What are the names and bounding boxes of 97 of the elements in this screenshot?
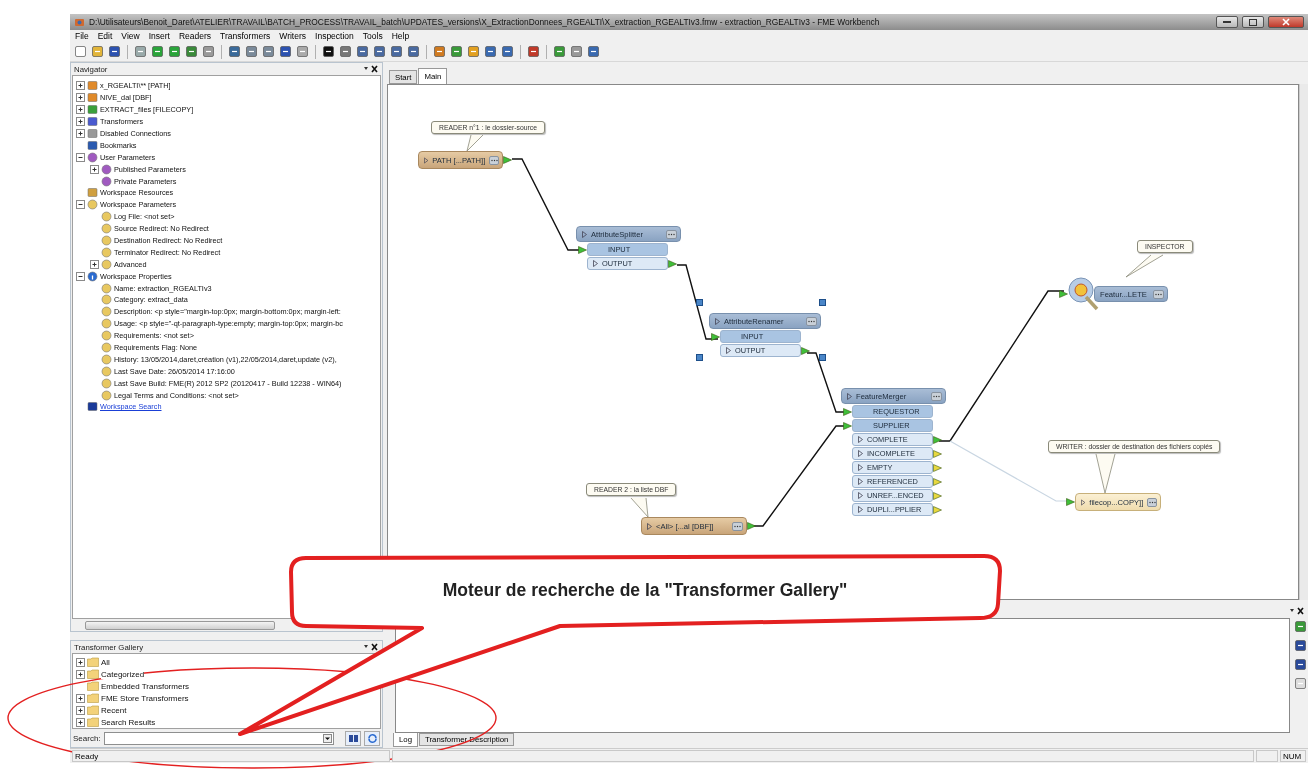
- port-arrow-icon[interactable]: [578, 245, 587, 254]
- more-button[interactable]: [1153, 289, 1164, 299]
- expand-toggle[interactable]: [90, 259, 99, 269]
- binoculars-button[interactable]: [345, 730, 361, 746]
- expand-toggle[interactable]: [76, 200, 85, 210]
- annotation-tail: [466, 134, 484, 152]
- expand-toggle[interactable]: [76, 693, 85, 703]
- tree-item[interactable]: Categorized: [101, 669, 145, 679]
- folder-icon: [87, 669, 99, 679]
- callout-text: Moteur de recherche de la "Transformer Gallery": [442, 579, 848, 601]
- annotation-tail: [1095, 453, 1116, 494]
- expand-toggle[interactable]: [76, 669, 85, 679]
- pin-close-icon[interactable]: [1289, 607, 1305, 615]
- folder-icon: [87, 693, 99, 703]
- more-button[interactable]: [666, 229, 677, 239]
- expand-triangle-icon: [424, 156, 429, 164]
- expand-triangle-icon: [715, 317, 720, 325]
- more-button[interactable]: [732, 521, 743, 531]
- port-arrow-icon[interactable]: [1059, 290, 1068, 298]
- expand-toggle[interactable]: [76, 105, 85, 115]
- expand-triangle-icon: [582, 230, 587, 238]
- tree-item[interactable]: Embedded Transformers: [101, 681, 190, 691]
- more-button[interactable]: [806, 316, 817, 326]
- close-icon: [1282, 18, 1290, 26]
- info-icon: [87, 270, 98, 282]
- minimize-icon: [1223, 20, 1231, 24]
- tree-item[interactable]: FME Store Transformers: [101, 693, 189, 703]
- expand-toggle[interactable]: [76, 705, 85, 715]
- minimize-button[interactable]: [1216, 16, 1238, 28]
- search-field[interactable]: [103, 731, 334, 745]
- expand-toggle[interactable]: [76, 717, 85, 727]
- expand-toggle[interactable]: [76, 152, 85, 162]
- dots-icon: [490, 158, 498, 162]
- folder-icon: [87, 657, 99, 667]
- selection-handle[interactable]: [819, 299, 826, 306]
- port-triangle-icon: [726, 347, 731, 354]
- more-button[interactable]: [489, 155, 499, 165]
- selection-handle[interactable]: [819, 354, 826, 361]
- vertical-scrollbar[interactable]: [1299, 84, 1308, 600]
- more-button[interactable]: [1147, 497, 1157, 507]
- menu-item[interactable]: Writers: [279, 31, 307, 41]
- pin-close-icon[interactable]: [363, 65, 379, 73]
- more-button[interactable]: [931, 391, 942, 401]
- port-arrow-icon[interactable]: [668, 259, 677, 268]
- dots-icon: [1155, 292, 1162, 296]
- menu-item[interactable]: View: [121, 31, 140, 41]
- dots-icon: [1148, 500, 1156, 504]
- app-icon: [74, 16, 85, 28]
- dots-icon: [668, 232, 675, 236]
- port-triangle-icon: [593, 260, 598, 267]
- annotation-tail: [630, 497, 649, 518]
- dots-icon: [933, 394, 940, 398]
- selection-handle[interactable]: [696, 354, 703, 361]
- expand-triangle-icon: [647, 522, 652, 530]
- dots-icon: [808, 319, 815, 323]
- tree-item[interactable]: Search Results: [101, 717, 156, 727]
- maximize-button[interactable]: [1242, 16, 1264, 28]
- expand-toggle[interactable]: [76, 657, 85, 667]
- menu-item[interactable]: Tools: [362, 31, 383, 41]
- expand-triangle-icon: [847, 392, 852, 400]
- port-arrow-icon[interactable]: [801, 346, 810, 355]
- search-label: Search:: [73, 733, 101, 743]
- menu-item[interactable]: Readers: [178, 31, 212, 41]
- menu-item[interactable]: Transformers: [220, 31, 271, 41]
- tree-item[interactable]: Recent: [101, 705, 127, 715]
- refresh-icon: [366, 732, 378, 744]
- num-lock-indicator: NUM: [1280, 750, 1306, 762]
- tree-item[interactable]: All: [101, 657, 110, 667]
- expand-toggle[interactable]: [76, 117, 85, 127]
- menu-item[interactable]: Edit: [97, 31, 113, 41]
- window-title: D:\Utilisateurs\Benoit_Daret\ATELIER\TRAVAIL\BATCH_PROCESS\TRAVAIL_batch\UPDATES_versions\X_ExtractionDonnees_RGEALTI\X_extraction_RGEALTIv3.fmw - extraction_RGEALTIv3 - FME Workbench: [89, 17, 881, 27]
- close-button[interactable]: [1268, 16, 1304, 28]
- refresh-button[interactable]: [364, 730, 380, 746]
- menu-item[interactable]: File: [75, 31, 89, 41]
- expand-triangle-icon: [1081, 498, 1086, 506]
- port-arrow-icon[interactable]: [503, 156, 512, 164]
- menu-item[interactable]: Inspection: [315, 31, 354, 41]
- status-message: Ready: [72, 750, 390, 762]
- selection-handle[interactable]: [696, 299, 703, 306]
- maximize-icon: [1249, 18, 1257, 26]
- folder-icon: [87, 681, 99, 691]
- menu-item[interactable]: Insert: [148, 31, 170, 41]
- expand-toggle[interactable]: [76, 81, 85, 91]
- pin-close-icon[interactable]: [363, 643, 379, 651]
- expand-toggle[interactable]: [76, 129, 85, 138]
- dots-icon: [734, 524, 741, 528]
- expand-toggle[interactable]: [76, 93, 85, 103]
- annotation-tail: [1125, 254, 1164, 278]
- folder-icon: [87, 705, 99, 715]
- port-arrow-icon[interactable]: [1066, 498, 1075, 506]
- expand-toggle[interactable]: [76, 271, 85, 281]
- expand-toggle[interactable]: [90, 164, 99, 174]
- folder-icon: [87, 717, 99, 727]
- port-arrow-icon[interactable]: [747, 522, 756, 530]
- menu-item[interactable]: Help: [391, 31, 410, 41]
- port-arrow-icon[interactable]: [711, 332, 720, 341]
- log-area[interactable]: [395, 618, 1290, 733]
